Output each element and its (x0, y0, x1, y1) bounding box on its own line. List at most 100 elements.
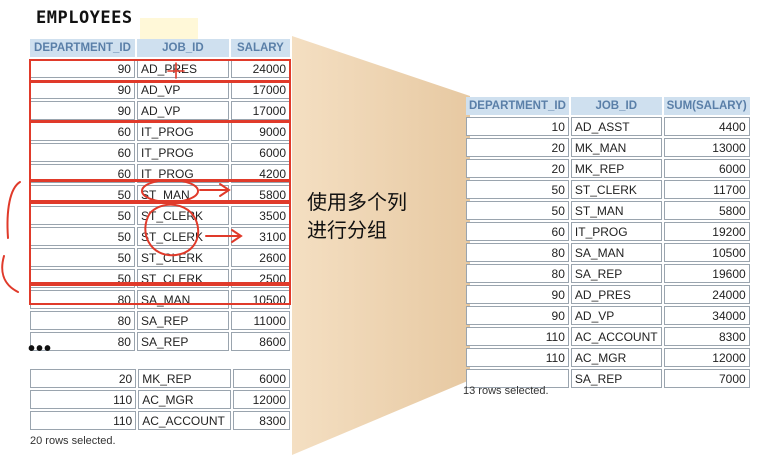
job-id-cell: SA_REP (136, 332, 229, 351)
employee-row: 50 ST_CLERK 3500 (30, 206, 290, 225)
column-header-sum-salary: SUM(SALARY) (663, 97, 750, 115)
employees-table-tail: 20 MK_REP 6000 110 AC_MGR 12000 110 AC_ACCOUNT 8… (28, 367, 292, 432)
rows-selected-count: 20 rows selected. (30, 435, 116, 447)
job-id-cell: AD_VP (136, 101, 229, 120)
caption-line-2: 进行分组 (307, 218, 387, 242)
department-id-cell: 90 (30, 101, 135, 120)
employee-row: 50 ST_CLERK 2500 (30, 269, 290, 288)
salary-cell: 6000 (663, 159, 750, 178)
department-id-cell: 80 (466, 243, 569, 262)
salary-cell: 5800 (663, 201, 750, 220)
grouped-result-table: DEPARTMENT_ID JOB_ID SUM(SALARY) 10 AD_AS… (464, 95, 752, 390)
department-id-cell: 80 (30, 290, 135, 309)
department-id-cell: 60 (30, 122, 135, 141)
job-id-cell: ST_MAN (570, 201, 662, 220)
job-id-cell: AD_ASST (570, 117, 662, 136)
job-id-cell: AC_MGR (570, 348, 662, 367)
job-id-cell: ST_CLERK (136, 248, 229, 267)
department-id-cell: 50 (30, 206, 135, 225)
department-id-cell: 50 (466, 180, 569, 199)
salary-cell: 3500 (230, 206, 290, 225)
employee-row: 90 AD_VP 17000 (30, 101, 290, 120)
department-id-cell: 10 (466, 117, 569, 136)
department-id-cell: 50 (30, 248, 135, 267)
department-id-cell: 110 (30, 411, 137, 430)
salary-cell: 19200 (663, 222, 750, 241)
department-id-cell: 20 (466, 159, 569, 178)
department-id-cell: 110 (466, 327, 569, 346)
salary-cell: 6000 (232, 369, 290, 388)
result-row: 110 AC_ACCOUNT 8300 (466, 327, 750, 346)
job-id-cell: ST_CLERK (136, 227, 229, 246)
job-id-cell: MK_MAN (570, 138, 662, 157)
department-id-cell: 50 (30, 227, 135, 246)
employee-row: 90 AD_PRES 24000 (30, 59, 290, 78)
group-by-caption: 使用多个列 进行分组 (307, 188, 407, 244)
caption-line-1: 使用多个列 (307, 190, 407, 214)
employees-table: DEPARTMENT_ID JOB_ID SALARY 90 AD_PRES 240… (28, 37, 292, 353)
department-id-cell: 90 (30, 59, 135, 78)
salary-cell: 11700 (663, 180, 750, 199)
employee-row: 60 IT_PROG 6000 (30, 143, 290, 162)
employee-row: 80 SA_REP 8600 (30, 332, 290, 351)
employee-row: 80 SA_MAN 10500 (30, 290, 290, 309)
salary-cell: 4200 (230, 164, 290, 183)
job-id-cell: AD_VP (570, 306, 662, 325)
salary-cell: 4400 (663, 117, 750, 136)
job-id-cell: SA_REP (570, 264, 662, 283)
salary-cell: 2500 (230, 269, 290, 288)
employee-row: 50 ST_CLERK 3100 (30, 227, 290, 246)
employee-row: 110 AC_MGR 12000 (30, 390, 290, 409)
salary-cell: 7000 (663, 369, 750, 388)
salary-cell: 12000 (232, 390, 290, 409)
job-id-cell: ST_MAN (136, 185, 229, 204)
job-id-cell: SA_REP (570, 369, 662, 388)
department-id-cell: 60 (30, 164, 135, 183)
more-rows-ellipsis: ••• (28, 338, 53, 360)
job-id-cell: MK_REP (138, 369, 231, 388)
salary-cell: 12000 (663, 348, 750, 367)
department-id-cell: 110 (466, 348, 569, 367)
salary-cell: 11000 (230, 311, 290, 330)
department-id-cell: 50 (466, 201, 569, 220)
job-id-cell: AD_VP (136, 80, 229, 99)
job-id-cell: ST_CLERK (136, 269, 229, 288)
department-id-cell: 60 (30, 143, 135, 162)
salary-cell: 17000 (230, 101, 290, 120)
department-id-cell: 90 (466, 306, 569, 325)
employee-row: 80 SA_REP 11000 (30, 311, 290, 330)
job-id-cell: IT_PROG (136, 122, 229, 141)
column-header-job-id: JOB_ID (570, 97, 662, 115)
job-id-cell: AC_ACCOUNT (570, 327, 662, 346)
result-row: 80 SA_MAN 10500 (466, 243, 750, 262)
department-id-cell: 50 (30, 269, 135, 288)
result-row: 10 AD_ASST 4400 (466, 117, 750, 136)
employee-row: 50 ST_MAN 5800 (30, 185, 290, 204)
employee-row: 60 IT_PROG 4200 (30, 164, 290, 183)
table-title: EMPLOYEES (36, 8, 133, 28)
department-id-cell: 110 (30, 390, 137, 409)
salary-cell: 8600 (230, 332, 290, 351)
column-header-department-id: DEPARTMENT_ID (30, 39, 135, 57)
salary-cell: 6000 (230, 143, 290, 162)
column-header-department-id: DEPARTMENT_ID (466, 97, 569, 115)
column-header-job-id: JOB_ID (136, 39, 229, 57)
employee-row: 50 ST_CLERK 2600 (30, 248, 290, 267)
salary-cell: 3100 (230, 227, 290, 246)
department-id-cell: 80 (30, 311, 135, 330)
department-id-cell: 80 (466, 264, 569, 283)
result-row: 50 ST_MAN 5800 (466, 201, 750, 220)
result-row: 110 AC_MGR 12000 (466, 348, 750, 367)
salary-cell: 19600 (663, 264, 750, 283)
employee-row: 60 IT_PROG 9000 (30, 122, 290, 141)
job-id-cell: SA_REP (136, 311, 229, 330)
department-id-cell: 20 (30, 369, 137, 388)
job-id-cell: ST_CLERK (570, 180, 662, 199)
salary-cell: 17000 (230, 80, 290, 99)
employee-row: 110 AC_ACCOUNT 8300 (30, 411, 290, 430)
job-id-cell: ST_CLERK (136, 206, 229, 225)
department-id-cell: 90 (30, 80, 135, 99)
salary-cell: 2600 (230, 248, 290, 267)
job-id-cell: SA_MAN (570, 243, 662, 262)
salary-cell: 13000 (663, 138, 750, 157)
